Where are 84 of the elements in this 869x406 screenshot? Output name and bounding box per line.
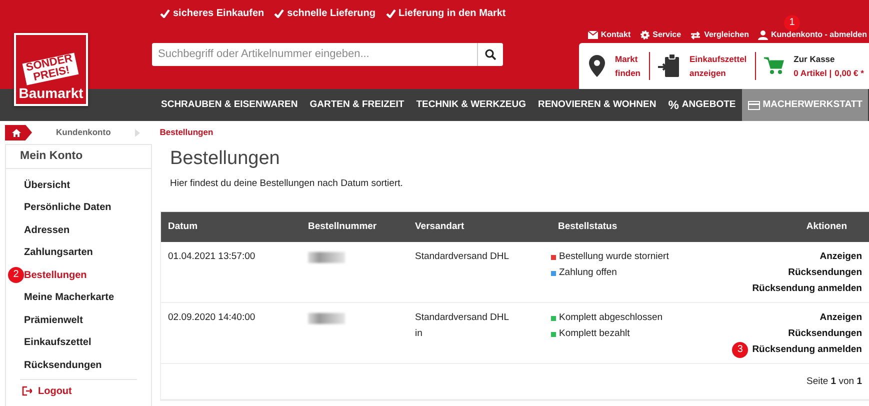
utility-link[interactable]: Vergleichen [690,29,749,41]
sidebar-item[interactable]: Persönliche Daten [24,200,112,216]
sidebar-item[interactable]: Rücksendungen [24,358,102,373]
column-header: Bestellnummer [307,220,378,234]
page-title: Bestellungen [169,147,281,171]
quick-link-text: Einkaufszettel [690,53,747,66]
settings-icon [640,30,650,40]
quick-link[interactable]: Markt finden [589,52,650,80]
action-link[interactable]: Rücksendung anmelden [752,281,862,298]
search-field[interactable]: Suchbegriff oder Artikelnummer eingeben... [152,43,503,66]
status-text: Bestellung wurde storniert [559,250,669,264]
utility-link[interactable]: Kontakt [588,29,631,41]
nav-item[interactable]: TECHNIK & WERKZEUG [410,89,532,121]
column-header: Bestellstatus [557,220,618,234]
envelope-icon [588,31,598,39]
column-header: Aktionen [805,220,848,234]
sidebar-item[interactable]: Adressen [24,222,70,238]
nav-item[interactable]: % ANGEBOTE [662,89,742,121]
annotation-marker: 1 [784,15,800,31]
status-text: Zahlung offen [559,266,617,280]
usp-text: sicheres Einkaufen [173,7,264,21]
shipping-text: in [415,327,422,342]
blurred-order-number [308,252,345,264]
usp-text: schnelle Lieferung [287,7,376,21]
cart-total: 0,00 € * [834,67,864,80]
shipping-text: Standardversand DHL [415,250,509,264]
swap-arrows-icon [690,30,702,40]
action-link[interactable]: Anzeigen [820,310,862,326]
sidebar-item[interactable]: Meine Macherkarte [24,290,114,306]
sidebar-item[interactable]: Bestellungen [24,268,87,283]
quick-link[interactable]: Einkaufszettel anzeigen [658,52,756,80]
pagination-text: Seite 1 von 1 [806,374,862,389]
sidebar-item[interactable]: Zahlungsarten [24,245,93,260]
nav-item[interactable]: SCHRAUBEN & EISENWAREN [155,89,304,121]
blurred-order-number [308,313,345,324]
check-icon [274,9,284,18]
breadcrumb-current: Bestellungen [160,126,214,139]
logout-icon [22,386,32,396]
intro-text: Hier findest du deine Bestellungen nach Datum sortiert. [169,177,404,191]
card-icon [748,100,760,110]
home-icon [12,128,21,136]
annotation-marker: 2 [8,267,24,284]
check-icon [386,9,396,18]
cart-title: Zur Kasse [794,53,836,66]
sidebar-item[interactable]: Prämienwelt [24,312,83,328]
quick-link-text: Markt [615,53,639,66]
quick-link-text: finden [615,67,640,80]
check-icon [160,9,170,18]
column-header: Versandart [414,220,466,234]
action-link[interactable]: Rücksendung anmelden [752,342,862,358]
logout-link[interactable]: Logout [22,384,137,398]
sidebar-title: Mein Konto [6,145,151,169]
user-icon [758,30,768,40]
usp-text: Lieferung in den Markt [398,7,506,21]
logo[interactable]: SONDER PREIS! Baumarkt [14,33,88,106]
nav-item[interactable]: RENOVIEREN & WOHNEN [532,89,662,121]
cart-icon [764,57,784,75]
search-icon [485,49,496,60]
breadcrumb-link[interactable]: Kundenkonto [56,126,111,139]
utility-link[interactable]: Kundenkonto - abmelden [758,29,867,41]
sidebar-item[interactable]: Übersicht [24,178,70,193]
map-pin-icon [589,55,605,77]
quick-link-text: anzeigen [690,67,727,80]
sidebar-item[interactable]: Einkaufszettel [24,335,92,350]
nav-item[interactable]: GARTEN & FREIZEIT [304,89,410,121]
action-link[interactable]: Anzeigen [820,249,862,266]
cart-link[interactable]: Zur Kasse 0 Artikel | 0,00 € * [764,52,864,80]
shipping-text: Standardversand DHL [415,311,509,326]
percent-icon: % [668,96,679,114]
date-cell-text: 02.09.2020 14:40:00 [167,311,256,326]
annotation-marker: 3 [732,342,748,358]
search-input[interactable]: Suchbegriff oder Artikelnummer eingeben... [152,46,477,63]
clipboard-icon [658,54,680,78]
status-text: Komplett bezahlt [559,327,630,342]
column-header: Datum [167,220,199,234]
utility-link[interactable]: Service [640,29,682,41]
cart-count: 0 Artikel | [794,67,832,80]
home-button[interactable] [5,124,32,140]
chevron-icon [134,128,140,136]
action-link[interactable]: Rücksendungen [788,265,862,282]
logo-text: Baumarkt [18,85,84,101]
status-text: Komplett abgeschlossen [559,311,663,326]
date-cell-text: 01.04.2021 13:57:00 [167,250,256,264]
action-link[interactable]: Rücksendungen [788,326,862,342]
